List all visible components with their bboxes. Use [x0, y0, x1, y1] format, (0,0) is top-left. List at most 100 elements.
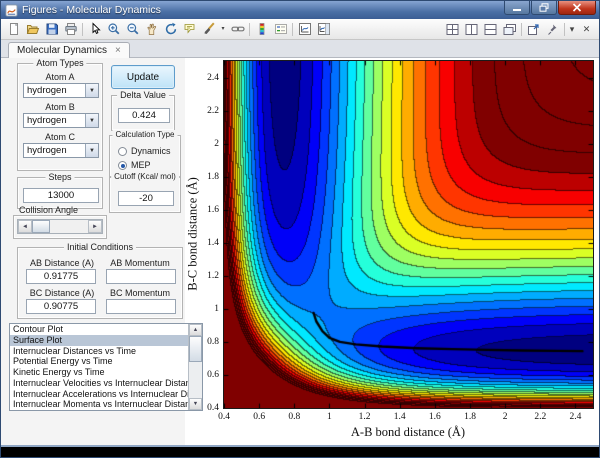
brush-icon[interactable] — [199, 21, 218, 38]
new-figure-icon[interactable] — [4, 21, 23, 38]
atom-a-label: Atom A — [18, 72, 102, 82]
cutoff-group: Cutoff (Kcal/ mol) — [109, 177, 181, 213]
list-item[interactable]: Kinetic Energy vs Time — [10, 367, 188, 378]
save-icon[interactable] — [42, 21, 61, 38]
app-icon — [5, 4, 18, 17]
link-plots-icon[interactable] — [228, 21, 247, 38]
collision-angle-label: Collision Angle — [19, 205, 78, 215]
brush-dropdown-chevron[interactable]: ▾ — [218, 21, 228, 38]
y-tick-label: 0.8 — [183, 337, 219, 347]
atom-types-group: Atom Types Atom A hydrogen ▼ Atom B hydr… — [17, 63, 103, 171]
radio-mep-circle[interactable] — [118, 161, 127, 170]
ab-distance-label: AB Distance (A) — [24, 258, 100, 268]
x-tick-label: 0.8 — [278, 412, 310, 422]
tile-horizontal-icon[interactable] — [481, 21, 500, 38]
close-button[interactable] — [558, 1, 596, 15]
slider-left-arrow[interactable]: ◄ — [18, 220, 32, 233]
atom-types-title: Atom Types — [33, 58, 86, 68]
y-tick-label: 1.2 — [183, 271, 219, 281]
pin-icon[interactable] — [543, 21, 562, 38]
x-tick-label: 2.4 — [559, 412, 591, 422]
minimize-button[interactable] — [504, 1, 530, 15]
bottom-strip — [1, 447, 599, 458]
x-tick-label: 0.6 — [243, 412, 275, 422]
radio-mep[interactable]: MEP — [118, 160, 151, 170]
steps-title: Steps — [45, 172, 74, 182]
list-item-selected[interactable]: Surface Plot — [10, 335, 188, 346]
float-windows-icon[interactable] — [500, 21, 519, 38]
collision-angle-slider[interactable]: ◄ ► — [17, 219, 103, 234]
hide-plot-tools-icon[interactable] — [295, 21, 314, 38]
update-button[interactable]: Update — [111, 65, 175, 89]
maximize-button[interactable] — [531, 1, 557, 15]
bc-distance-label: BC Distance (A) — [24, 288, 100, 298]
figure-toolbar: ▾ ▾ ✕ — [1, 19, 599, 40]
contour-plot-canvas[interactable] — [224, 61, 593, 408]
tab-molecular-dynamics[interactable]: Molecular Dynamics × — [8, 42, 130, 58]
list-item[interactable]: Internuclear Distances vs Time — [10, 346, 188, 357]
atom-a-select[interactable]: hydrogen ▼ — [23, 83, 99, 98]
insert-legend-icon[interactable] — [271, 21, 290, 38]
pan-icon[interactable] — [142, 21, 161, 38]
list-item[interactable]: Potential Energy vs Time — [10, 356, 188, 367]
radio-dynamics-circle[interactable] — [118, 147, 127, 156]
toolbar-close-icon[interactable]: ✕ — [577, 21, 596, 38]
steps-field[interactable] — [23, 188, 99, 203]
radio-mep-label: MEP — [131, 160, 151, 170]
y-tick-label: 2.4 — [183, 73, 219, 83]
cutoff-title: Cutoff (Kcal/ mol) — [111, 172, 179, 181]
x-tick-label: 1.4 — [384, 412, 416, 422]
atom-c-select[interactable]: hydrogen ▼ — [23, 143, 99, 158]
chevron-down-icon[interactable]: ▼ — [85, 84, 98, 97]
print-icon[interactable] — [61, 21, 80, 38]
atom-b-select[interactable]: hydrogen ▼ — [23, 113, 99, 128]
ab-distance-field[interactable] — [26, 269, 96, 284]
undock-icon[interactable] — [524, 21, 543, 38]
bc-distance-field[interactable] — [26, 299, 96, 314]
chevron-down-icon[interactable]: ▼ — [85, 144, 98, 157]
bc-momentum-field[interactable] — [106, 299, 176, 314]
delta-value-field[interactable] — [118, 108, 170, 123]
list-item[interactable]: Internuclear Accelerations vs Internucle… — [10, 389, 188, 400]
y-tick-label: 1.4 — [183, 238, 219, 248]
collision-angle-group: ◄ ► — [13, 215, 107, 239]
calculation-type-title: Calculation Type — [113, 130, 178, 139]
cutoff-field[interactable] — [118, 191, 174, 206]
radio-dynamics[interactable]: Dynamics — [118, 146, 171, 156]
atom-b-label: Atom B — [18, 102, 102, 112]
content-area: Atom Types Atom A hydrogen ▼ Atom B hydr… — [1, 58, 599, 445]
x-tick-label: 2 — [489, 412, 521, 422]
open-file-icon[interactable] — [23, 21, 42, 38]
bc-momentum-label: BC Momentum — [102, 288, 178, 298]
edit-plot-icon[interactable] — [85, 21, 104, 38]
tile-vertical-icon[interactable] — [462, 21, 481, 38]
list-item[interactable]: Internuclear Momenta vs Internuclear Dis… — [10, 399, 188, 410]
y-tick-label: 2 — [183, 139, 219, 149]
x-tick-label: 1.8 — [454, 412, 486, 422]
ab-momentum-field[interactable] — [106, 269, 176, 284]
delta-value-title: Delta Value — [117, 90, 169, 100]
rotate-3d-icon[interactable] — [161, 21, 180, 38]
toolbar-menu-chevron[interactable]: ▾ — [567, 21, 577, 38]
show-plot-tools-icon[interactable] — [314, 21, 333, 38]
scroll-up-arrow[interactable]: ▲ — [189, 324, 202, 336]
slider-track[interactable] — [50, 220, 88, 233]
insert-colorbar-icon[interactable] — [252, 21, 271, 38]
list-item[interactable]: Internuclear Velocities vs Internuclear … — [10, 378, 188, 389]
data-cursor-icon[interactable] — [180, 21, 199, 38]
list-item[interactable]: Contour Plot — [10, 324, 188, 335]
atom-a-value: hydrogen — [24, 84, 85, 97]
chevron-down-icon[interactable]: ▼ — [85, 114, 98, 127]
tab-close-icon[interactable]: × — [115, 46, 121, 56]
initial-conditions-group: Initial Conditions AB Distance (A) AB Mo… — [17, 247, 183, 319]
tile-grid-icon[interactable] — [443, 21, 462, 38]
ab-momentum-label: AB Momentum — [102, 258, 178, 268]
slider-thumb[interactable] — [32, 220, 50, 233]
zoom-out-icon[interactable] — [123, 21, 142, 38]
zoom-in-icon[interactable] — [104, 21, 123, 38]
slider-right-arrow[interactable]: ► — [88, 220, 102, 233]
title-bar[interactable]: Figures - Molecular Dynamics — [1, 1, 599, 19]
plot-axes[interactable] — [223, 60, 594, 409]
initial-conditions-title: Initial Conditions — [64, 242, 136, 252]
atom-c-value: hydrogen — [24, 144, 85, 157]
